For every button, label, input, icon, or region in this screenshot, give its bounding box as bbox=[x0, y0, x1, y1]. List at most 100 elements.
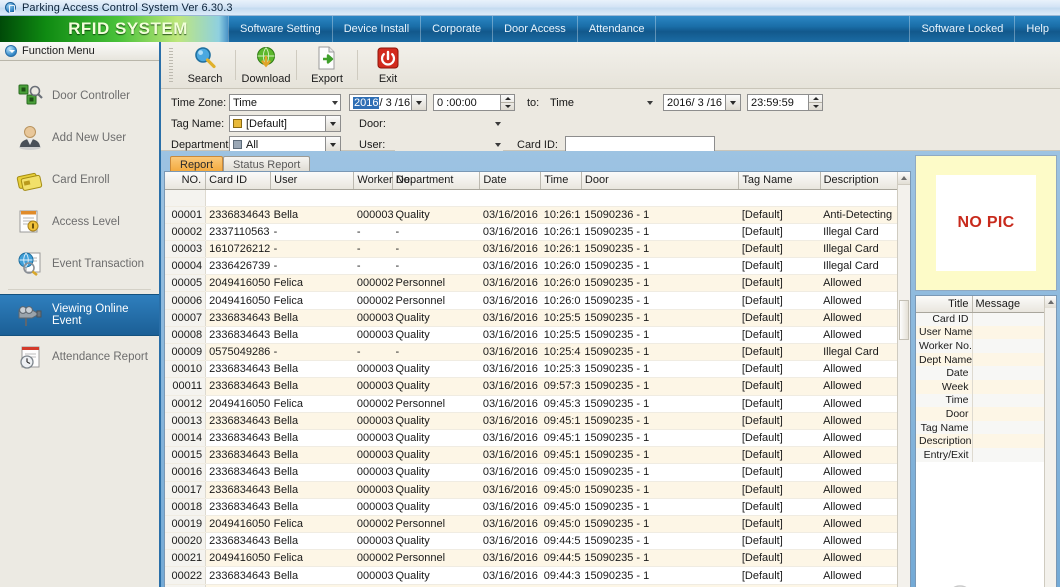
cell-tag-name: [Default] bbox=[738, 498, 821, 516]
scroll-up-button[interactable] bbox=[898, 172, 910, 185]
cell-worker-no: 000003 bbox=[353, 566, 393, 585]
table-row[interactable]: 00021 2049416050 Felica 000002 Personnel 03/1… bbox=[165, 549, 910, 568]
table-row[interactable]: 00008 2336834643 Bella 000003 Quality 03/16/2… bbox=[165, 326, 910, 345]
message-row[interactable]: Tag Name bbox=[916, 420, 1056, 435]
message-row[interactable]: Date bbox=[916, 366, 1056, 380]
sidebar-item-access-level[interactable]: Access Level bbox=[0, 201, 159, 243]
function-menu-list: Door Controller Add New User Card Enroll… bbox=[0, 61, 159, 378]
message-row[interactable]: Door bbox=[916, 407, 1056, 421]
cell-department: Personnel bbox=[392, 274, 480, 293]
menu-item-software-locked[interactable]: Software Locked bbox=[909, 16, 1014, 42]
table-row[interactable]: 00015 2336834643 Bella 000003 Quality 03/16/2… bbox=[165, 446, 910, 465]
menu-item-door-access[interactable]: Door Access bbox=[493, 16, 578, 42]
message-vertical-scrollbar[interactable] bbox=[1044, 296, 1056, 587]
tag-name-select[interactable]: [Default] bbox=[229, 115, 341, 132]
message-row[interactable]: Description bbox=[916, 434, 1056, 448]
from-date-field[interactable]: 2016/ 3 /16 bbox=[349, 94, 427, 111]
col-worker-no[interactable]: Worker No. bbox=[353, 172, 413, 190]
sidebar-item-attendance-report[interactable]: Attendance Report bbox=[0, 336, 159, 378]
table-row[interactable]: 00011 2336834643 Bella 000003 Quality 03/16/2… bbox=[165, 377, 910, 396]
cell-card-id: 2336834643 bbox=[205, 206, 271, 224]
table-row[interactable]: 00018 2336834643 Bella 000003 Quality 03/16/2… bbox=[165, 498, 910, 516]
col-message[interactable]: Message bbox=[972, 296, 1056, 313]
tab-report[interactable]: Report bbox=[170, 156, 224, 172]
search-button[interactable]: Search bbox=[179, 45, 231, 85]
cell-no: 00021 bbox=[165, 549, 207, 568]
table-row[interactable]: 00017 2336834643 Bella 000003 Quality 03/16/2… bbox=[165, 481, 910, 499]
col-time[interactable]: Time bbox=[540, 172, 582, 190]
message-row[interactable]: Time bbox=[916, 393, 1056, 408]
sidebar-item-event-transaction[interactable]: Event Transaction bbox=[0, 243, 159, 285]
col-date[interactable]: Date bbox=[479, 172, 542, 190]
sidebar-item-door-controller[interactable]: Door Controller bbox=[0, 75, 159, 117]
col-user[interactable]: User bbox=[270, 172, 355, 190]
table-row[interactable]: 00010 2336834643 Bella 000003 Quality 03/16/2… bbox=[165, 360, 910, 379]
time-zone-select[interactable]: Time bbox=[229, 94, 341, 111]
message-row[interactable]: Dept Name bbox=[916, 352, 1056, 367]
table-row[interactable]: 000031610726212---03/16/201610:26:101509… bbox=[165, 240, 910, 259]
spinner-up-icon[interactable] bbox=[501, 95, 514, 103]
table-row[interactable]: 000090575049286---03/16/201610:25:451509… bbox=[165, 343, 910, 362]
table-row[interactable]: 000022337110563---03/16/201610:26:121509… bbox=[165, 223, 910, 241]
department-dropdown-button[interactable] bbox=[325, 137, 340, 152]
table-row[interactable]: 00005 2049416050 Felica 000002 Personnel 03/1… bbox=[165, 274, 910, 293]
to-zone-select[interactable]: Time bbox=[547, 94, 655, 111]
exit-button[interactable]: Exit bbox=[362, 45, 414, 85]
msg-scroll-up-button[interactable] bbox=[1045, 296, 1056, 308]
col-department[interactable]: Department bbox=[392, 172, 481, 190]
from-time-spinner[interactable] bbox=[500, 95, 514, 110]
spinner-down-icon[interactable] bbox=[501, 103, 514, 110]
table-row[interactable]: 00019 2049416050 Felica 000002 Personnel 03/1… bbox=[165, 515, 910, 534]
message-row[interactable]: Worker No. bbox=[916, 339, 1056, 353]
table-row[interactable]: 00022 2336834643 Bella 000003 Quality 03/16/2… bbox=[165, 566, 910, 585]
message-row[interactable]: Entry/Exit bbox=[916, 447, 1056, 462]
to-time-field[interactable]: 23:59:59 bbox=[747, 94, 823, 111]
cell-door: 15090235 - 1 bbox=[581, 446, 739, 465]
sidebar-item-add-new-user[interactable]: Add New User bbox=[0, 117, 159, 159]
toolbar-grip[interactable] bbox=[169, 48, 173, 82]
cell-user: Felica bbox=[270, 395, 354, 413]
table-row[interactable]: 00007 2336834643 Bella 000003 Quality 03/16/2… bbox=[165, 309, 910, 327]
cell-department: - bbox=[392, 223, 480, 241]
scroll-thumb[interactable] bbox=[899, 300, 909, 340]
cell-time: 10:26:09 bbox=[540, 257, 582, 276]
col-tag-name[interactable]: Tag Name bbox=[738, 172, 821, 190]
menu-item-corporate[interactable]: Corporate bbox=[421, 16, 494, 42]
download-button[interactable]: Download bbox=[240, 45, 292, 85]
tab-status-report[interactable]: Status Report bbox=[223, 156, 311, 172]
spinner-up-icon[interactable] bbox=[809, 95, 822, 103]
menu-item-software-setting[interactable]: Software Setting bbox=[228, 16, 333, 42]
table-row[interactable]: 00006 2049416050 Felica 000002 Personnel 03/1… bbox=[165, 291, 910, 310]
col-title[interactable]: Title bbox=[916, 296, 973, 313]
table-row[interactable]: 00016 2336834643 Bella 000003 Quality 03/16/2… bbox=[165, 463, 910, 482]
menu-item-attendance[interactable]: Attendance bbox=[578, 16, 657, 42]
tag-name-dropdown-button[interactable] bbox=[325, 116, 340, 131]
col-card-id[interactable]: Card ID bbox=[205, 172, 272, 190]
message-row[interactable]: Card ID bbox=[916, 312, 1056, 326]
sidebar-item-card-enroll[interactable]: Card Enroll bbox=[0, 159, 159, 201]
menu-item-device-install[interactable]: Device Install bbox=[333, 16, 422, 42]
col-door[interactable]: Door bbox=[581, 172, 740, 190]
table-row[interactable]: 00014 2336834643 Bella 000003 Quality 03/16/2… bbox=[165, 429, 910, 448]
table-row[interactable]: 00012 2049416050 Felica 000002 Personnel 03/1… bbox=[165, 395, 910, 413]
export-button[interactable]: Export bbox=[301, 45, 353, 85]
function-menu-header[interactable]: Function Menu bbox=[0, 42, 159, 61]
sidebar-item-viewing-online-event[interactable]: Viewing Online Event bbox=[0, 294, 159, 336]
table-row[interactable]: 00001 2336834643 Bella 000003 Quality 03/16/2… bbox=[165, 206, 910, 224]
spinner-down-icon[interactable] bbox=[809, 103, 822, 110]
from-date-dropdown-button[interactable] bbox=[411, 95, 426, 110]
to-time-spinner[interactable] bbox=[808, 95, 822, 110]
cell-tag-name: [Default] bbox=[738, 395, 821, 413]
grid-vertical-scrollbar[interactable] bbox=[897, 172, 910, 587]
menu-item-help[interactable]: Help bbox=[1014, 16, 1060, 42]
message-row[interactable]: User Name bbox=[916, 325, 1056, 340]
from-time-field[interactable]: 0 :00:00 bbox=[433, 94, 515, 111]
to-date-dropdown-button[interactable] bbox=[725, 95, 740, 110]
table-row[interactable]: 00013 2336834643 Bella 000003 Quality 03/16/2… bbox=[165, 412, 910, 430]
table-row[interactable]: 00020 2336834643 Bella 000003 Quality 03/16/2… bbox=[165, 532, 910, 551]
table-row[interactable]: 000042336426739---03/16/201610:26:091509… bbox=[165, 257, 910, 276]
to-date-field[interactable]: 2016/ 3 /16 bbox=[663, 94, 741, 111]
col-no[interactable]: NO. bbox=[165, 172, 207, 190]
message-row[interactable]: Week bbox=[916, 379, 1056, 394]
door-select[interactable] bbox=[395, 115, 503, 132]
